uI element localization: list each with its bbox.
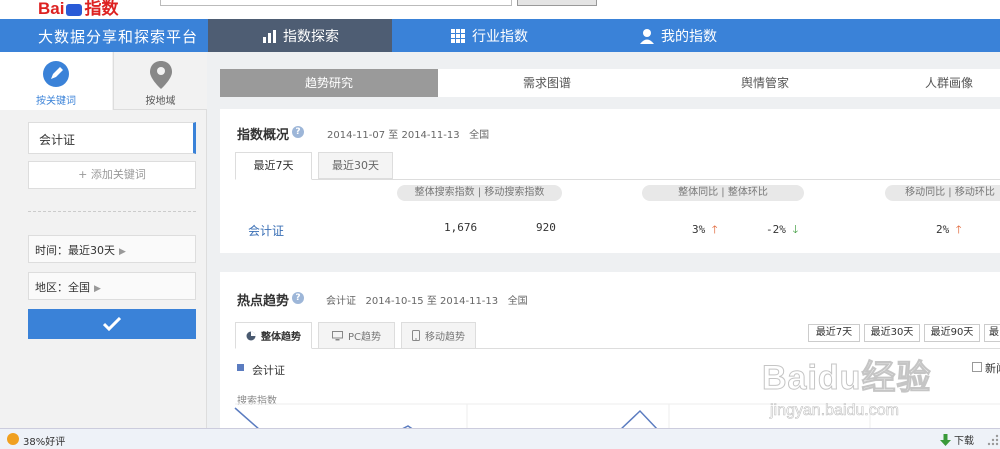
tab-mobile-trend[interactable]: 移动趋势 — [401, 322, 476, 349]
help-icon[interactable]: ? — [292, 126, 304, 138]
news-checkbox[interactable] — [972, 362, 982, 372]
nav-tab-label: 我的指数 — [661, 28, 717, 45]
nav-tab-explore[interactable]: 指数探索 — [208, 19, 392, 52]
arrow-up-icon: 🡑 — [955, 223, 962, 236]
download-icon — [940, 433, 951, 446]
sidebar-tab-keyword[interactable]: 按关键词 — [0, 52, 112, 110]
overview-date-range: 2014-11-07 至 2014-11-13 全国 — [327, 126, 489, 141]
arrow-down-icon: 🡓 — [792, 223, 799, 236]
panel-title: 热点趋势 — [237, 294, 290, 309]
sidebar-tab-label: 按关键词 — [36, 96, 76, 107]
hot-trend-meta: 会计证 2014-10-15 至 2014-11-13 全国 — [326, 292, 528, 307]
region-filter[interactable]: 地区：全国 ▶ — [28, 272, 196, 300]
tab-demand-map[interactable]: 需求图谱 — [438, 69, 656, 97]
range-30-days-button[interactable]: 最近30天 — [864, 324, 920, 342]
paw-icon — [66, 3, 83, 16]
time-filter[interactable]: 时间：最近30天 ▶ — [28, 235, 196, 263]
map-pin-icon — [149, 61, 172, 89]
hot-keyword: 会计证 — [326, 296, 356, 307]
date-range: 2014-10-15 至 2014-11-13 — [365, 296, 499, 307]
user-icon — [640, 28, 654, 44]
range-90-days-button[interactable]: 最近90天 — [924, 324, 980, 342]
column-header-overall-change: 整体同比 | 整体环比 — [642, 185, 804, 201]
sidebar-tab-label: 按地域 — [145, 96, 176, 107]
add-keyword-label: 添加关键词 — [90, 168, 146, 181]
download-button[interactable]: 下载 — [940, 432, 974, 447]
nav-tab-label: 行业指数 — [472, 28, 528, 45]
pen-icon — [43, 61, 69, 87]
logo-suffix: 指数 — [84, 0, 119, 18]
tab-overall-trend[interactable]: 整体趋势 — [235, 322, 312, 349]
rating-icon — [7, 433, 19, 445]
mobile-yoy-value: 2% — [936, 223, 950, 236]
region: 全国 — [507, 296, 528, 307]
status-bar: 38%好评 下载 — [0, 428, 1000, 449]
nav-tab-label: 指数探索 — [283, 28, 339, 45]
search-input[interactable] — [160, 0, 512, 6]
sub-tabs: 趋势研究 需求图谱 舆情管家 人群画像 — [220, 69, 1000, 97]
platform-slogan: 大数据分享和探索平台 — [38, 28, 199, 46]
logo-text: Bai — [38, 0, 65, 18]
search-button[interactable] — [517, 0, 597, 6]
date-range: 2014-11-07 至 2014-11-13 — [327, 130, 460, 141]
nav-tab-mine[interactable]: 我的指数 — [586, 19, 770, 52]
overall-search-index: 1,676 — [444, 221, 478, 234]
monitor-icon — [331, 330, 343, 340]
download-label: 下载 — [954, 436, 974, 447]
pie-chart-icon — [246, 331, 256, 340]
keyword-input[interactable]: 会计证 — [28, 122, 196, 154]
tab-trend-research[interactable]: 趋势研究 — [220, 69, 438, 97]
nav-tab-industry[interactable]: 行业指数 — [392, 19, 586, 52]
divider — [235, 179, 1000, 180]
grid-icon — [451, 28, 465, 43]
mobile-icon — [412, 330, 420, 341]
caret-right-icon: ▶ — [119, 247, 126, 257]
range-half-year-button[interactable]: 最近半年 — [984, 324, 1000, 342]
region-filter-label: 地区：全国 — [35, 281, 90, 294]
overall-qoq: -2% 🡓 — [766, 221, 798, 240]
range-7-days-button[interactable]: 最近7天 — [808, 324, 860, 342]
arrow-up-icon: 🡑 — [711, 223, 718, 236]
overall-yoy: 3% 🡑 — [692, 221, 718, 240]
region: 全国 — [469, 130, 490, 141]
rating-text[interactable]: 38%好评 — [23, 433, 65, 448]
row-keyword-link[interactable]: 会计证 — [248, 222, 284, 239]
mobile-search-index: 920 — [536, 221, 556, 234]
confirm-button[interactable] — [28, 309, 196, 339]
panel-title: 指数概况 — [237, 128, 290, 143]
tab-sentiment[interactable]: 舆情管家 — [656, 69, 874, 97]
main-nav: 大数据分享和探索平台 指数探索 行业指数 我的指数 — [0, 19, 1000, 52]
bar-chart-icon — [263, 29, 276, 43]
overall-qoq-value: -2% — [766, 223, 786, 236]
tab-label: PC趋势 — [347, 332, 381, 343]
sidebar-tab-region[interactable]: 按地域 — [113, 52, 207, 110]
baidu-index-logo[interactable]: Bai 指数 — [38, 0, 118, 18]
tab-label: 移动趋势 — [425, 332, 465, 343]
hot-trend-panel: 热点趋势 ? 会计证 2014-10-15 至 2014-11-13 全国 整体… — [220, 272, 1000, 432]
add-keyword-button[interactable]: + 添加关键词 — [28, 161, 196, 189]
sidebar: 按关键词 按地域 会计证 + 添加关键词 时间：最近30天 ▶ 地区：全国 ▶ — [0, 52, 207, 428]
trend-line — [234, 407, 659, 431]
help-icon[interactable]: ? — [292, 292, 304, 304]
tab-crowd-profile[interactable]: 人群画像 — [874, 69, 1000, 97]
column-header-search-index: 整体搜索指数 | 移动搜索指数 — [397, 185, 562, 201]
tab-label: 整体趋势 — [261, 332, 301, 343]
tab-last-30-days[interactable]: 最近30天 — [318, 152, 393, 179]
news-label: 新闻 — [985, 362, 1000, 375]
divider — [28, 211, 196, 212]
tab-pc-trend[interactable]: PC趋势 — [318, 322, 395, 349]
caret-right-icon: ▶ — [94, 284, 101, 294]
index-overview-panel: 指数概况 ? 2014-11-07 至 2014-11-13 全国 最近7天 最… — [220, 109, 1000, 253]
time-filter-label: 时间：最近30天 — [35, 244, 115, 257]
checkmark-icon — [103, 317, 121, 331]
resize-grip-icon[interactable] — [986, 433, 1000, 447]
top-header: Bai 指数 — [0, 0, 1000, 19]
legend-label: 会计证 — [252, 364, 285, 377]
mobile-yoy: 2% 🡑 — [936, 221, 962, 240]
column-header-mobile-change: 移动同比 | 移动环比 — [885, 185, 1000, 201]
legend-swatch — [237, 364, 244, 371]
plus-icon: + — [78, 168, 91, 181]
overall-yoy-value: 3% — [692, 223, 706, 236]
tab-last-7-days[interactable]: 最近7天 — [235, 152, 312, 180]
